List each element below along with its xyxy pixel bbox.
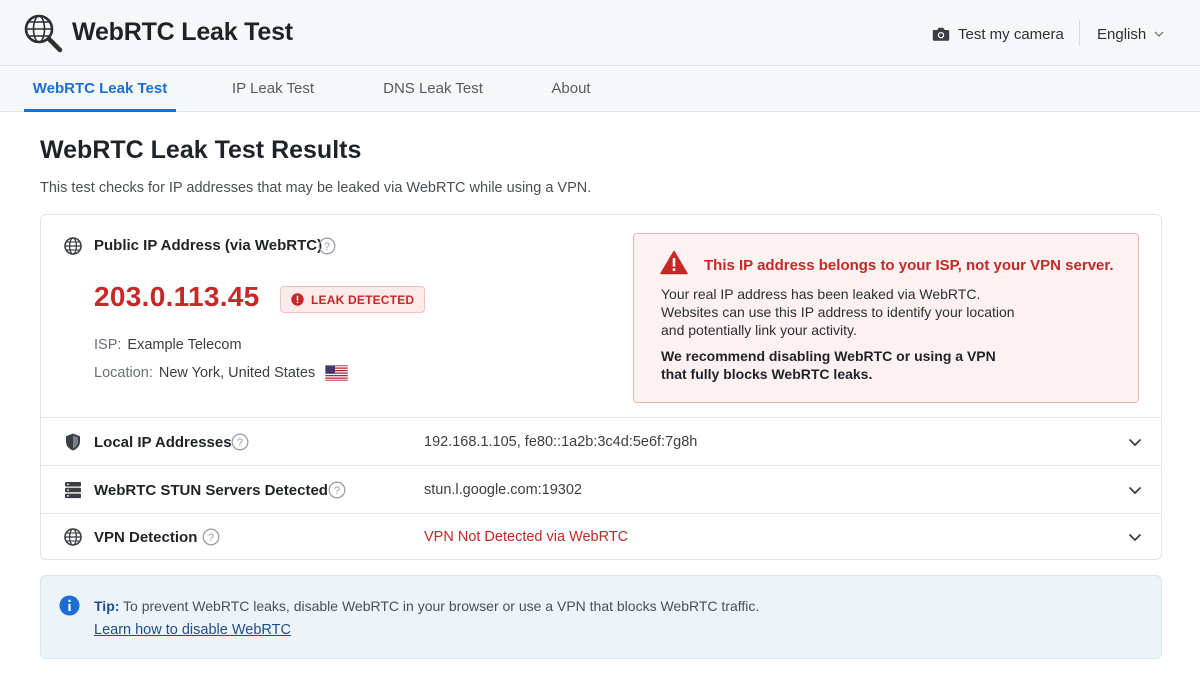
us-flag-icon — [325, 365, 349, 381]
app-title: WebRTC Leak Test — [72, 18, 293, 46]
active-tab-indicator — [24, 109, 176, 112]
stun-servers-value: stun.l.google.com:19302 — [424, 482, 582, 498]
svg-text:?: ? — [324, 241, 330, 253]
test-camera-label: Test my camera — [958, 25, 1064, 43]
public-ip-label: Public IP Address (via WebRTC) — [94, 237, 323, 254]
local-ip-value: 192.168.1.105, fe80::1a2b:3c4d:5e6f:7g8h — [424, 434, 698, 450]
alert-text-line-2: Websites can use this IP address to iden… — [661, 304, 1015, 320]
app-header: WebRTC Leak Test Test my camera English — [0, 0, 1200, 66]
help-icon[interactable]: ? — [318, 237, 336, 255]
svg-text:?: ? — [208, 532, 214, 544]
page-description: This test checks for IP addresses that m… — [40, 180, 592, 196]
shield-icon — [66, 433, 80, 451]
stun-servers-label: WebRTC STUN Servers Detected — [94, 482, 328, 499]
alert-title: This IP address belongs to your ISP, not… — [704, 257, 1114, 274]
nav-tabs: WebRTC Leak Test IP Leak Test DNS Leak T… — [0, 66, 1200, 112]
alert-text-line-3: and potentially link your activity. — [661, 322, 857, 338]
leak-detected-text: LEAK DETECTED — [311, 292, 415, 307]
isp-value: Example Telecom — [127, 337, 242, 353]
local-ip-label: Local IP Addresses — [94, 434, 232, 451]
svg-text:?: ? — [334, 485, 340, 497]
globe-icon — [64, 528, 82, 546]
chevron-down-icon — [1154, 31, 1164, 37]
globe-icon — [64, 237, 82, 255]
location-value: New York, United States — [158, 365, 316, 381]
location-key: Location: — [94, 365, 153, 381]
tip-label: Tip: — [94, 598, 120, 614]
tab-webrtc-leak-test[interactable]: WebRTC Leak Test — [24, 66, 176, 112]
tab-dns-leak-test[interactable]: DNS Leak Test — [368, 66, 498, 112]
isp-key: ISP: — [94, 337, 122, 353]
help-icon[interactable]: ? — [202, 528, 220, 546]
row-divider — [41, 465, 1161, 466]
help-icon[interactable]: ? — [231, 433, 249, 451]
tab-about[interactable]: About — [530, 66, 612, 112]
chevron-down-icon[interactable] — [1128, 533, 1142, 542]
tip-text: To prevent WebRTC leaks, disable WebRTC … — [123, 598, 760, 614]
help-icon[interactable]: ? — [328, 481, 346, 499]
magnifier-globe-icon — [24, 14, 63, 53]
tab-ip-leak-test[interactable]: IP Leak Test — [208, 66, 338, 112]
chevron-down-icon[interactable] — [1128, 438, 1142, 447]
header-divider — [1079, 20, 1080, 46]
warning-icon — [660, 250, 688, 275]
public-ip-value: 203.0.113.45 — [94, 281, 260, 312]
learn-disable-webrtc-link[interactable]: Learn how to disable WebRTC — [94, 622, 291, 638]
vpn-detection-label: VPN Detection — [94, 529, 198, 546]
chevron-down-icon[interactable] — [1128, 486, 1142, 495]
leak-alert-box: This IP address belongs to your ISP, not… — [633, 233, 1139, 403]
leak-detected-badge: LEAK DETECTED — [280, 286, 426, 313]
alert-recommendation-line-1: We recommend disabling WebRTC or using a… — [661, 348, 996, 364]
language-label: English — [1097, 25, 1147, 43]
svg-text:?: ? — [237, 437, 243, 449]
tip-line: Tip: To prevent WebRTC leaks, disable We… — [94, 598, 759, 614]
tip-box: Tip: To prevent WebRTC leaks, disable We… — [40, 575, 1162, 659]
page-title: WebRTC Leak Test Results — [40, 136, 362, 164]
vpn-detection-value: VPN Not Detected via WebRTC — [424, 529, 629, 545]
test-camera-button[interactable]: Test my camera — [932, 22, 1064, 46]
row-divider — [41, 513, 1161, 514]
location-line: Location: New York, United States — [94, 365, 349, 381]
alert-text-line-1: Your real IP address has been leaked via… — [661, 286, 981, 302]
server-icon — [65, 482, 81, 499]
results-card: Public IP Address (via WebRTC) ? 203.0.1… — [40, 214, 1162, 560]
error-icon — [291, 293, 304, 306]
language-select[interactable]: English — [1097, 22, 1164, 46]
isp-line: ISP: Example Telecom — [94, 337, 242, 353]
row-divider — [41, 417, 1161, 418]
camera-icon — [932, 27, 950, 41]
alert-recommendation-line-2: that fully blocks WebRTC leaks. — [661, 366, 873, 382]
info-icon — [59, 595, 80, 616]
